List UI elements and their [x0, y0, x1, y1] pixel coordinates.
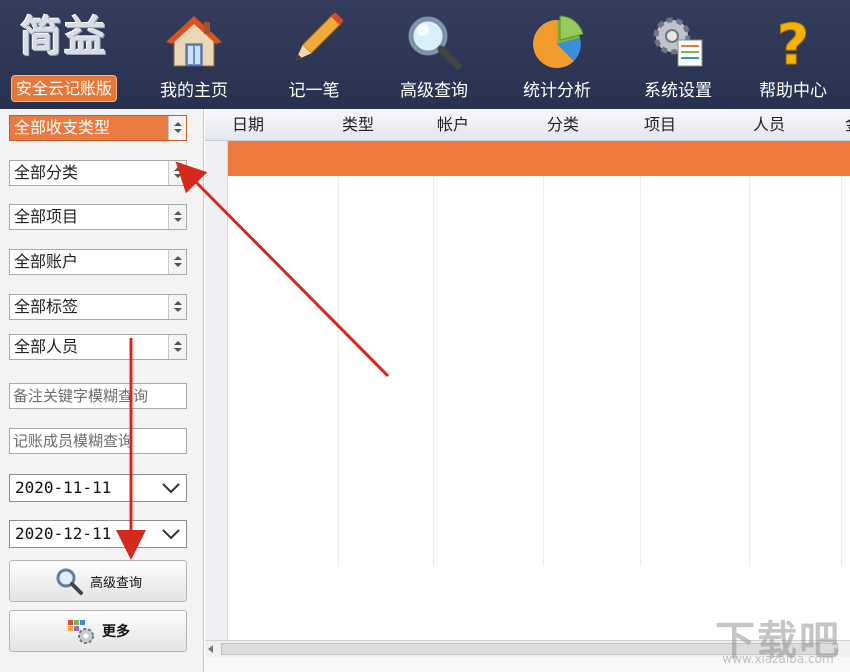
spinner-icon — [168, 205, 186, 229]
account-select[interactable]: 全部账户 — [9, 249, 187, 275]
nav-search[interactable]: 高级查询 — [376, 0, 492, 109]
logo-title: 简益 — [19, 12, 108, 61]
row-selector — [205, 141, 228, 668]
spinner-icon — [168, 161, 186, 185]
filter-sidebar: 全部收支类型 全部分类 全部项目 全部账户 全部标签 全部人员 2020-11-… — [0, 109, 204, 672]
selected-table-row[interactable] — [228, 141, 850, 176]
home-icon — [166, 16, 222, 67]
member-search-input[interactable] — [9, 428, 187, 454]
date-from-value: 2020-11-11 — [15, 478, 112, 497]
nav-help[interactable]: ? 帮助中心 — [735, 0, 850, 109]
column-header[interactable]: 类型 — [338, 109, 374, 141]
project-select[interactable]: 全部项目 — [9, 204, 187, 230]
tag-select-value: 全部标签 — [14, 297, 79, 316]
scroll-left-icon[interactable] — [208, 645, 213, 653]
person-select[interactable]: 全部人员 — [9, 334, 187, 360]
settings-grid-icon — [68, 620, 94, 644]
date-to-picker[interactable]: 2020-12-11 — [9, 520, 187, 548]
magnifier-icon — [56, 568, 83, 595]
column-divider — [749, 176, 750, 566]
column-header[interactable]: 项目 — [640, 109, 676, 141]
watermark-url: www.xiazaiba.com — [722, 652, 834, 666]
watermark: 下载吧 www.xiazaiba.com — [712, 608, 844, 668]
nav-help-label: 帮助中心 — [759, 81, 827, 101]
nav-record[interactable]: 记一笔 — [256, 0, 372, 109]
advanced-search-button-label: 高级查询 — [89, 575, 142, 591]
nav-home[interactable]: 我的主页 — [136, 0, 252, 109]
gear-icon — [653, 17, 703, 67]
column-divider — [433, 176, 434, 566]
nav-settings[interactable]: 系统设置 — [620, 0, 736, 109]
records-grid[interactable]: 日期 类型 帐户 分类 项目 人员 金 — [205, 109, 850, 672]
spinner-icon — [168, 295, 186, 319]
column-header[interactable]: 人员 — [749, 109, 785, 141]
type-select[interactable]: 全部收支类型 — [9, 115, 187, 141]
account-select-value: 全部账户 — [14, 252, 79, 271]
column-divider — [543, 176, 544, 566]
date-from-picker[interactable]: 2020-11-11 — [9, 474, 187, 502]
pencil-icon — [295, 12, 344, 61]
column-header[interactable]: 日期 — [228, 109, 264, 141]
tag-select[interactable]: 全部标签 — [9, 294, 187, 320]
category-select[interactable]: 全部分类 — [9, 160, 187, 186]
chevron-down-icon — [162, 483, 180, 494]
chevron-down-icon — [162, 529, 180, 540]
spinner-icon — [168, 250, 186, 274]
magnifier-icon — [408, 16, 462, 70]
column-header[interactable]: 帐户 — [433, 109, 469, 141]
spinner-icon — [168, 116, 186, 140]
person-select-value: 全部人员 — [14, 337, 79, 356]
pie-chart-icon — [533, 15, 584, 68]
app-logo: 简益 安全云记账版 — [8, 8, 120, 102]
nav-stats[interactable]: 统计分析 — [499, 0, 615, 109]
nav-search-label: 高级查询 — [400, 81, 468, 101]
type-select-value: 全部收支类型 — [14, 118, 111, 137]
top-toolbar: 简益 安全云记账版 我的主页 记一笔 高级查询 统计分析 系统设置 ? 帮助中心 — [0, 0, 850, 109]
column-header[interactable]: 金 — [841, 109, 850, 141]
spinner-icon — [168, 335, 186, 359]
grid-header: 日期 类型 帐户 分类 项目 人员 金 — [205, 109, 850, 141]
svg-text:?: ? — [777, 13, 809, 72]
nav-settings-label: 系统设置 — [644, 81, 712, 101]
category-select-value: 全部分类 — [14, 163, 79, 182]
column-divider — [640, 176, 641, 566]
project-select-value: 全部项目 — [14, 207, 79, 226]
date-to-value: 2020-12-11 — [15, 524, 112, 543]
column-divider — [338, 176, 339, 566]
column-divider — [841, 176, 842, 566]
advanced-search-button[interactable]: 高级查询 — [9, 560, 187, 602]
nav-record-label: 记一笔 — [288, 81, 340, 101]
help-icon: ? — [776, 13, 809, 73]
remark-search-input[interactable] — [9, 383, 187, 409]
nav-home-label: 我的主页 — [160, 81, 228, 101]
column-header[interactable]: 分类 — [543, 109, 579, 141]
nav-stats-label: 统计分析 — [523, 81, 591, 101]
more-button-label: 更多 — [102, 624, 130, 640]
more-button[interactable]: 更多 — [9, 610, 187, 652]
logo-badge: 安全云记账版 — [11, 75, 117, 102]
